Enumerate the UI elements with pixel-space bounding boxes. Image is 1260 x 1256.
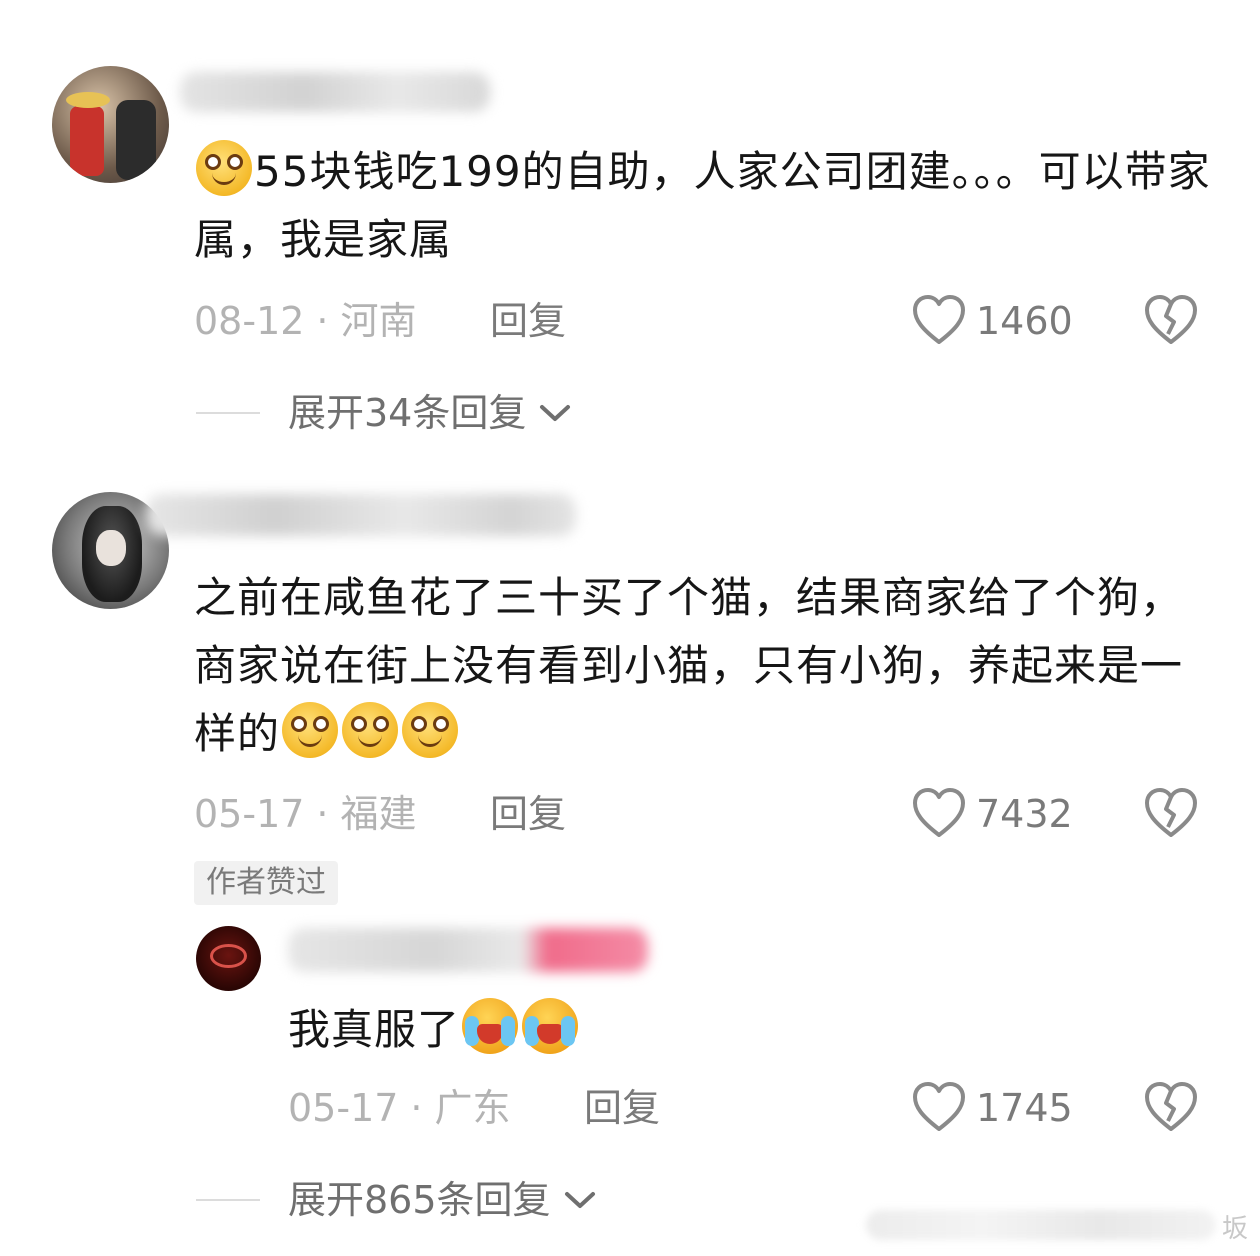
comment-location: 河南 (340, 299, 417, 343)
comment-text: 55块钱吃199的自助，人家公司团建。。。可以带家属，我是家属 (194, 138, 1224, 274)
separator: · (410, 1086, 423, 1130)
comment-date: 05-17 (194, 792, 305, 836)
heart-outline-icon (913, 295, 965, 344)
username-blurred[interactable] (146, 494, 576, 536)
separator: · (316, 299, 329, 343)
avatar[interactable] (196, 926, 261, 991)
username-blurred[interactable] (180, 72, 490, 112)
dislike-broken-heart-icon (1145, 1082, 1197, 1131)
divider (196, 412, 260, 414)
chevron-down-icon (564, 1192, 595, 1208)
like-button[interactable] (912, 294, 966, 346)
watermark-text: 坂 (1222, 1214, 1249, 1244)
avatar[interactable] (52, 66, 169, 183)
like-button[interactable] (912, 1081, 966, 1133)
smile-emoji-icon (282, 702, 339, 758)
username-blurred[interactable] (288, 928, 648, 972)
heart-outline-icon (913, 1082, 965, 1131)
heart-outline-icon (913, 788, 965, 837)
divider (196, 1199, 260, 1201)
comment-text-content: 55块钱吃199的自助，人家公司团建。。。可以带家属，我是家属 (194, 147, 1211, 264)
chevron-down-icon (540, 405, 571, 421)
author-liked-badge: 作者赞过 (194, 861, 338, 905)
dislike-button[interactable] (1144, 1081, 1198, 1133)
dislike-button[interactable] (1144, 787, 1198, 839)
reply-button[interactable]: 回复 (490, 790, 566, 838)
comment-meta: 05-17 · 福建 (194, 790, 417, 838)
reply-location: 广东 (434, 1086, 511, 1130)
reply-button[interactable]: 回复 (490, 297, 566, 345)
smile-emoji-icon (402, 702, 459, 758)
comment-meta: 08-12 · 河南 (194, 297, 417, 345)
expand-replies-button[interactable]: 展开865条回复 (288, 1176, 597, 1224)
dislike-broken-heart-icon (1145, 295, 1197, 344)
expand-replies-label: 展开865条回复 (288, 1178, 551, 1222)
comment-location: 福建 (340, 792, 417, 836)
dislike-broken-heart-icon (1145, 788, 1197, 837)
laugh-cry-emoji-icon (462, 998, 519, 1054)
reply-text-content: 我真服了 (288, 1005, 461, 1054)
separator: · (316, 792, 329, 836)
smile-emoji-icon (342, 702, 399, 758)
like-count: 1745 (976, 1086, 1073, 1130)
laugh-cry-emoji-icon (522, 998, 579, 1054)
reply-meta: 05-17 · 广东 (288, 1084, 511, 1132)
reply-button[interactable]: 回复 (584, 1084, 660, 1132)
expand-replies-button[interactable]: 展开34条回复 (288, 389, 572, 437)
like-count: 7432 (976, 792, 1073, 836)
watermark-blurred (866, 1210, 1216, 1240)
like-button[interactable] (912, 787, 966, 839)
comment-date: 08-12 (194, 299, 305, 343)
comment-text: 之前在咸鱼花了三十买了个猫，结果商家给了个狗，商家说在街上没有看到小猫，只有小狗… (194, 564, 1224, 768)
dislike-button[interactable] (1144, 294, 1198, 346)
reply-date: 05-17 (288, 1086, 399, 1130)
expand-replies-label: 展开34条回复 (288, 391, 527, 435)
like-count: 1460 (976, 299, 1073, 343)
reply-text: 我真服了 (288, 996, 1218, 1064)
smile-emoji-icon (196, 140, 252, 196)
